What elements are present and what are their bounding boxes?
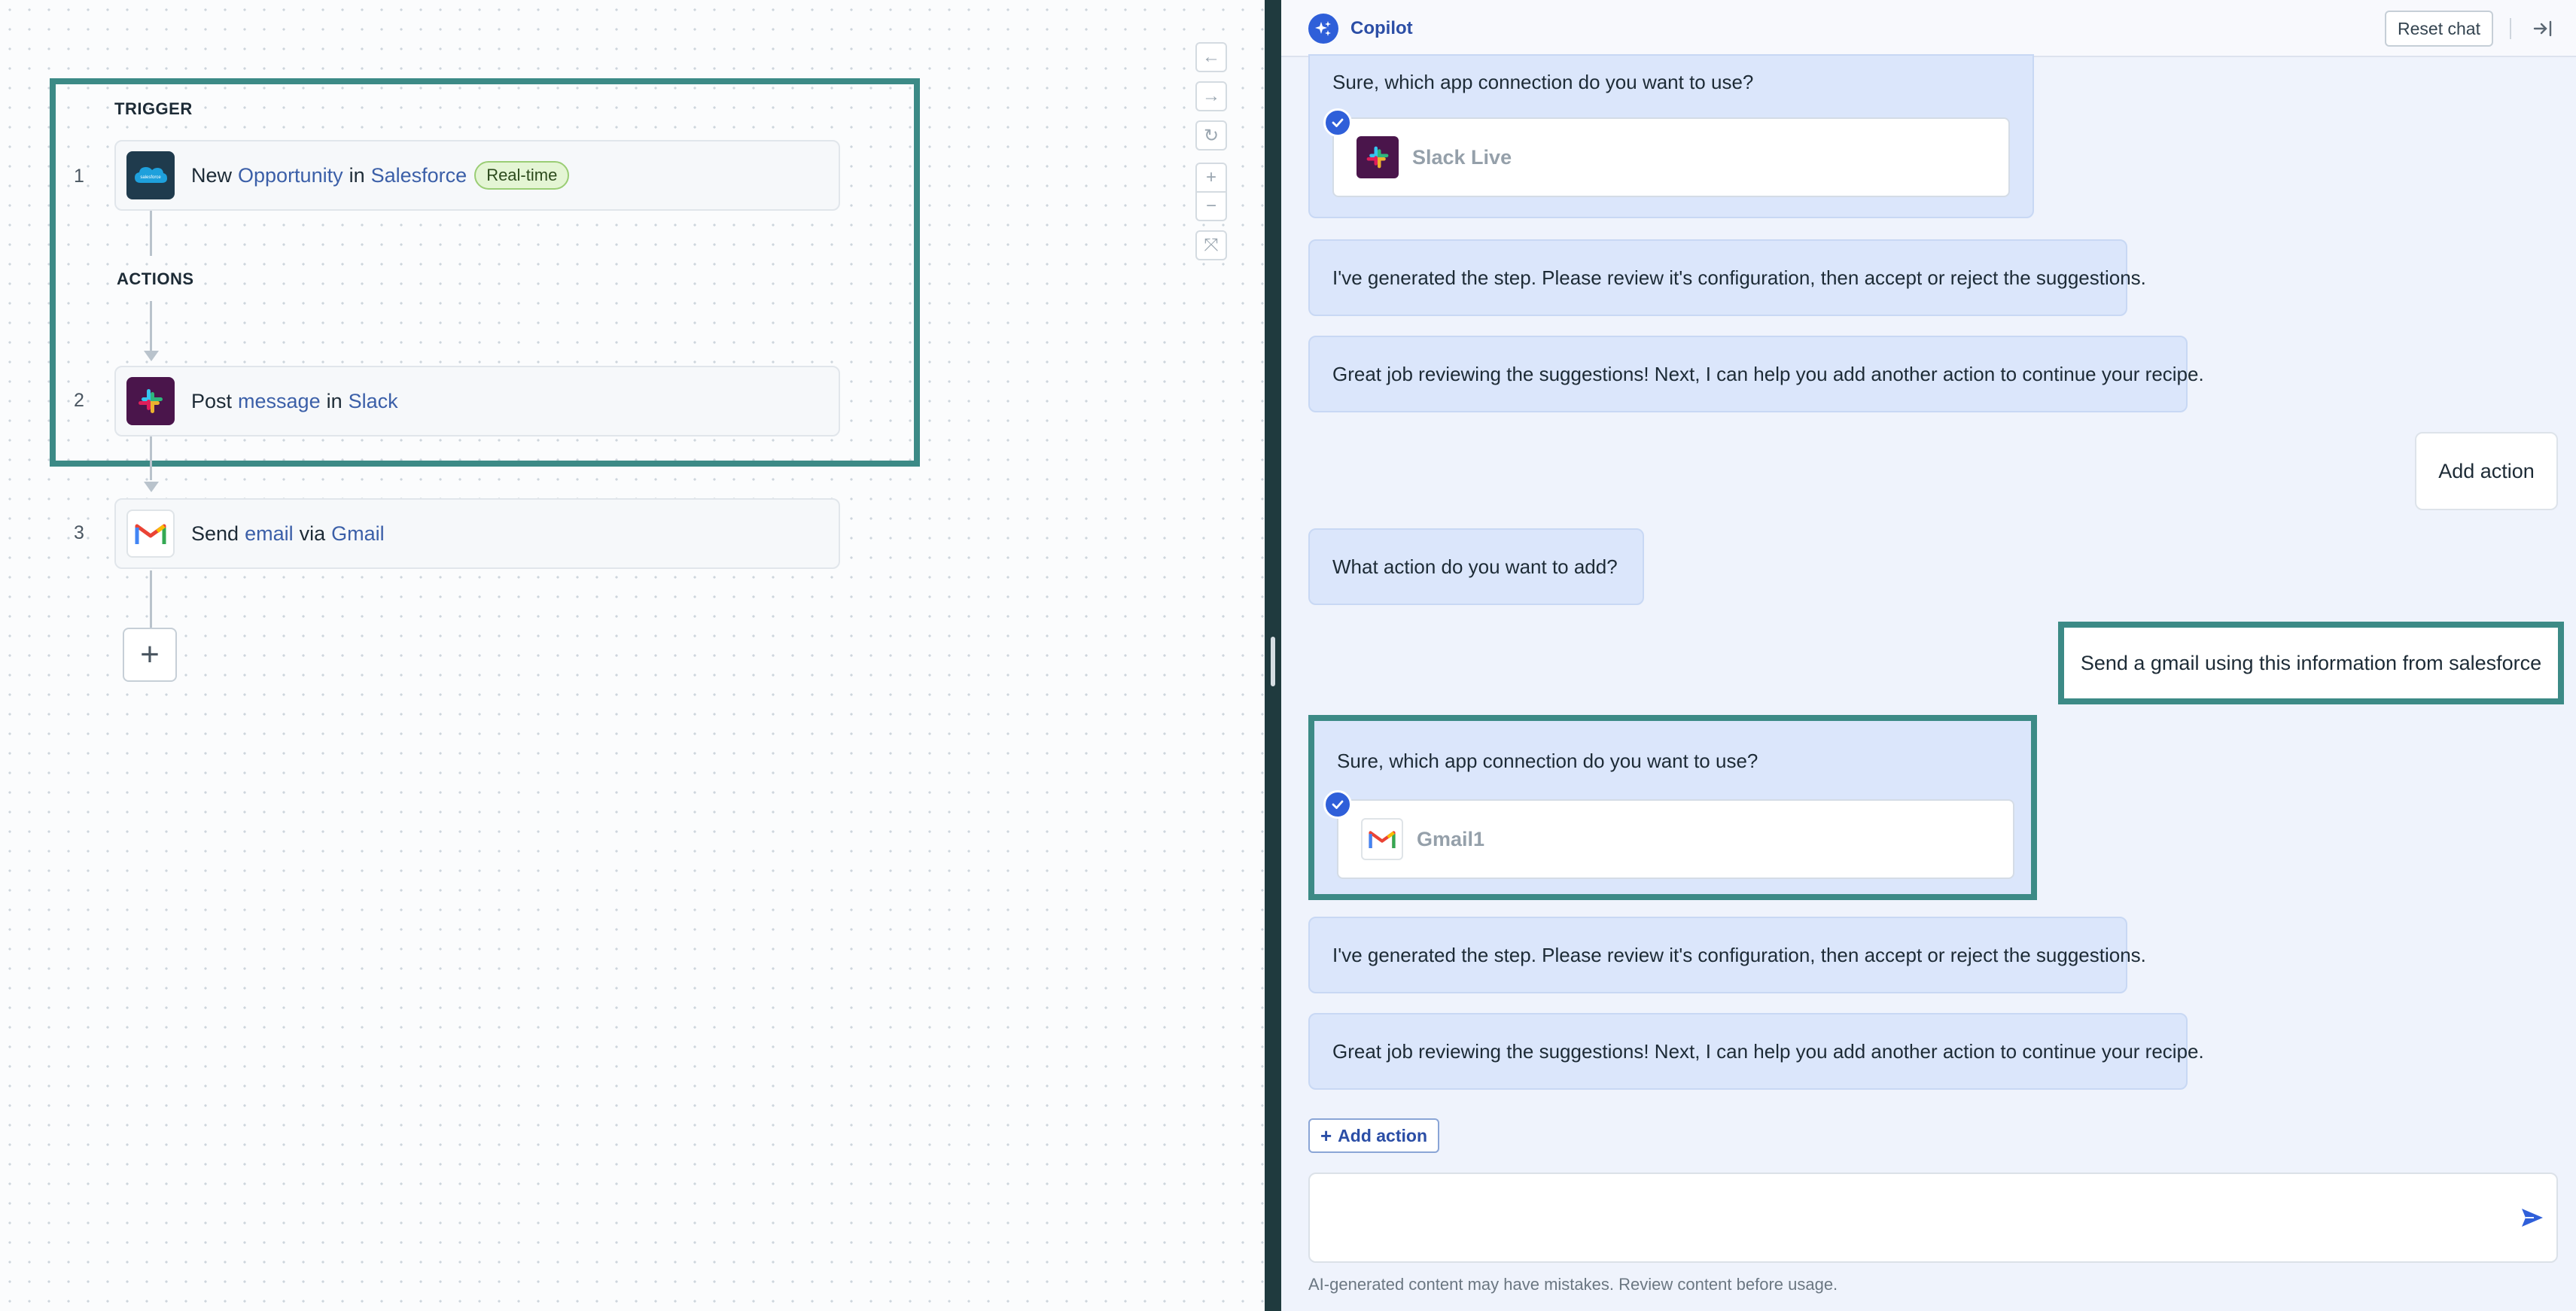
gmail-icon: [1361, 818, 1403, 860]
step-title: Send email via Gmail: [191, 522, 385, 546]
slack-icon: [126, 377, 175, 425]
step-prep: via: [299, 522, 326, 545]
copilot-panel: Copilot Reset chat Sure, which app conne…: [1281, 0, 2576, 1311]
user-message: Send a gmail using this information from…: [2058, 622, 2564, 704]
connector-arrow: [144, 482, 159, 492]
reset-view-icon[interactable]: ↻: [1195, 120, 1227, 151]
step-title: New Opportunity in Salesforce Real-time: [191, 161, 570, 190]
collapse-panel-icon[interactable]: [2531, 17, 2555, 41]
fit-view-icon[interactable]: ⤧: [1195, 230, 1227, 260]
actions-label: ACTIONS: [117, 269, 194, 288]
ai-disclaimer: AI-generated content may have mistakes. …: [1308, 1275, 1838, 1294]
step-verb: Send: [191, 522, 239, 545]
connection-name: Gmail1: [1417, 827, 1485, 850]
step-app-link[interactable]: Slack: [349, 390, 398, 413]
bot-message-text: Sure, which app connection do you want t…: [1332, 71, 1754, 93]
step-verb: New: [191, 163, 233, 187]
splitter-handle[interactable]: [1271, 637, 1275, 686]
slack-icon: [1357, 136, 1399, 178]
step-app-link[interactable]: Gmail: [331, 522, 385, 546]
step-card-salesforce[interactable]: salesforce New Opportunity in Salesforce…: [114, 140, 840, 211]
connector-line: [150, 570, 152, 628]
connector-arrow: [144, 351, 159, 361]
step-card-slack[interactable]: Post message in Slack: [114, 366, 840, 436]
bot-message: Great job reviewing the suggestions! Nex…: [1308, 1013, 2204, 1090]
connection-option[interactable]: Slack Live: [1332, 117, 2010, 197]
redo-icon[interactable]: →: [1195, 81, 1227, 111]
connection-option[interactable]: Gmail1: [1337, 799, 2014, 879]
step-prep: in: [349, 163, 365, 187]
svg-text:salesforce: salesforce: [140, 175, 161, 180]
bot-message: Great job reviewing the suggestions! Nex…: [1308, 336, 2204, 412]
copilot-header: Copilot Reset chat: [1281, 0, 2576, 57]
realtime-badge: Real-time: [474, 161, 570, 190]
gmail-icon: [126, 509, 175, 558]
recipe-canvas: TRIGGER 1 salesforce New Opportunity in …: [0, 0, 1265, 1311]
chat-input[interactable]: [1308, 1173, 2558, 1263]
bot-message: I've generated the step. Please review i…: [1308, 239, 2146, 316]
step-object-link[interactable]: Opportunity: [238, 164, 343, 187]
step-prep: in: [326, 389, 343, 412]
reset-chat-button[interactable]: Reset chat: [2385, 11, 2493, 47]
send-icon[interactable]: [2519, 1204, 2546, 1231]
bot-message-text: Sure, which app connection do you want t…: [1337, 750, 1758, 772]
add-action-button[interactable]: + Add action: [1308, 1118, 1439, 1153]
step-title: Post message in Slack: [191, 390, 398, 413]
plus-icon: +: [1320, 1124, 1332, 1147]
header-divider: [2510, 18, 2511, 39]
undo-icon[interactable]: ←: [1195, 42, 1227, 72]
check-icon: [1323, 108, 1352, 137]
check-icon: [1323, 790, 1352, 819]
connection-name: Slack Live: [1412, 145, 1512, 169]
connector-line: [150, 301, 152, 351]
step-number: 2: [74, 390, 84, 411]
step-card-gmail[interactable]: Send email via Gmail: [114, 498, 840, 569]
step-number: 1: [74, 166, 84, 187]
zoom-in-icon[interactable]: +: [1195, 163, 1227, 193]
step-object-link[interactable]: email: [245, 522, 294, 546]
bot-message: What action do you want to add?: [1308, 528, 1644, 605]
copilot-sparkle-icon: [1308, 14, 1338, 44]
connector-line: [150, 211, 152, 256]
connector-line: [150, 436, 152, 480]
trigger-label: TRIGGER: [114, 99, 193, 118]
salesforce-icon: salesforce: [126, 151, 175, 199]
zoom-out-icon[interactable]: −: [1195, 191, 1227, 221]
step-number: 3: [74, 522, 84, 543]
add-action-label: Add action: [1338, 1125, 1428, 1145]
copilot-title: Copilot: [1350, 18, 1413, 38]
bot-message-connection: Sure, which app connection do you want t…: [1308, 715, 2037, 900]
step-app-link[interactable]: Salesforce: [371, 164, 467, 187]
step-verb: Post: [191, 389, 233, 412]
add-step-button[interactable]: +: [123, 628, 177, 682]
bot-message-connection: Sure, which app connection do you want t…: [1308, 54, 2034, 218]
step-object-link[interactable]: message: [238, 390, 321, 413]
bot-message: I've generated the step. Please review i…: [1308, 917, 2146, 993]
user-message: Add action: [2415, 432, 2558, 510]
